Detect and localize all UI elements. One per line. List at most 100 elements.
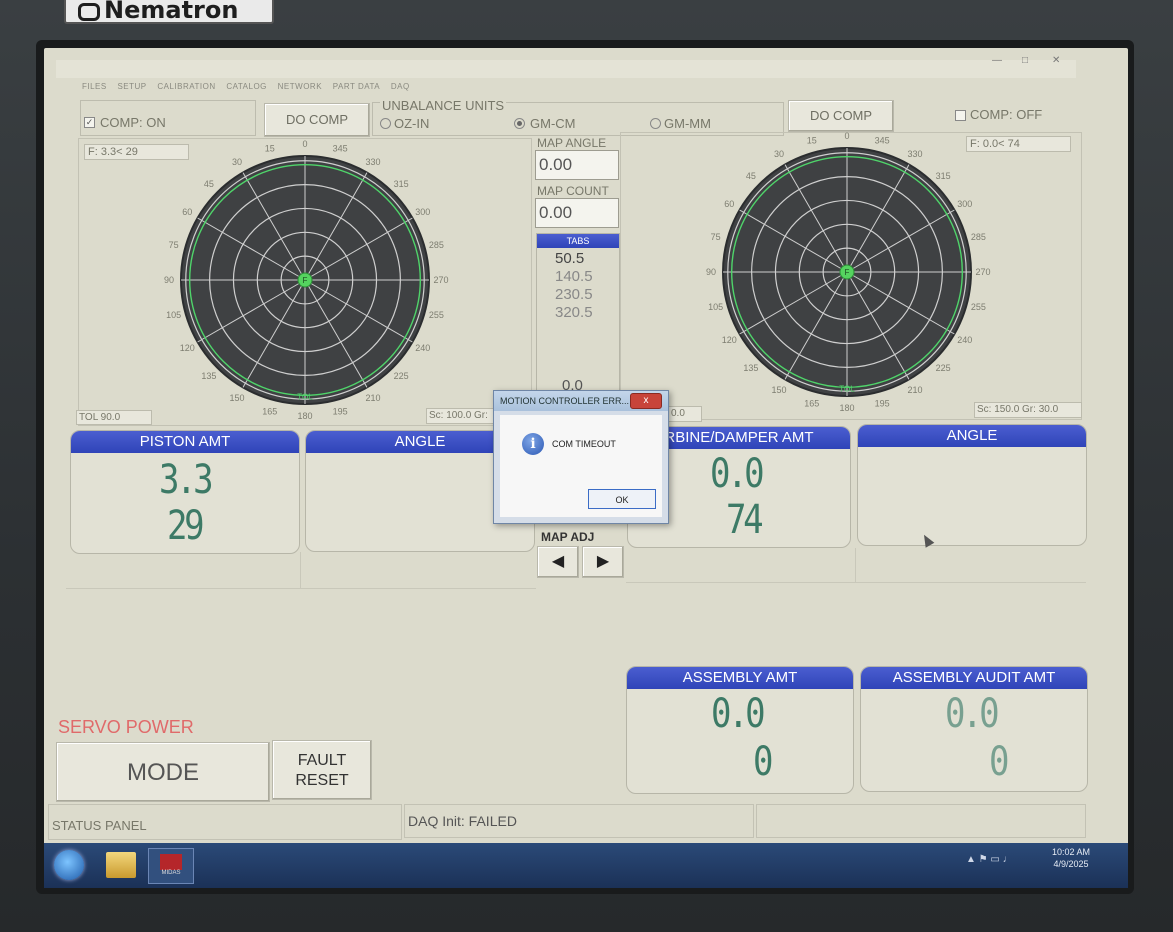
taskbar	[44, 843, 1128, 888]
arrow-left-icon: ◀	[551, 553, 565, 570]
right-angle-panel: ANGLE	[857, 424, 1087, 546]
map-adj-right-button[interactable]: ▶	[582, 546, 624, 578]
polar-angle-label: 345	[333, 144, 348, 154]
units-radio-gm-mm[interactable]	[650, 118, 661, 129]
piston-angle-value: 29	[167, 503, 205, 549]
polar-angle-label: 345	[875, 136, 890, 146]
polar-angle-label: 165	[262, 406, 277, 416]
center-marker-label: F	[845, 268, 850, 277]
right-scale-readout: Sc: 150.0 Gr: 30.0	[974, 402, 1082, 418]
assembly-amt-title: ASSEMBLY AMT	[627, 667, 853, 689]
dialog-close-button[interactable]: x	[630, 393, 662, 409]
map-adj-label: MAP ADJ	[541, 530, 595, 544]
left-polar-plot: 0 345 330 315 300 285 270 255 240 225 210 195 180 165…	[164, 140, 449, 421]
polar-angle-label: 0	[302, 140, 307, 149]
polar-angle-label: 75	[169, 240, 179, 250]
start-button-icon[interactable]	[54, 850, 84, 880]
tabs-item[interactable]: 230.5	[537, 286, 619, 304]
clock-date: 4/9/2025	[1053, 859, 1089, 869]
turbine-angle-value: 74	[726, 497, 764, 543]
tabs-header: TABS	[537, 234, 619, 248]
piston-amt-panel: PISTON AMT 3.3 29	[70, 430, 300, 554]
tabs-item[interactable]: 140.5	[537, 268, 619, 286]
map-adj-left-button[interactable]: ◀	[537, 546, 579, 578]
map-count-field[interactable]: 0.00	[535, 198, 619, 228]
polar-angle-label: 15	[807, 136, 817, 146]
menu-item-part-data[interactable]: PART DATA	[333, 82, 380, 91]
units-option-oz-in: OZ-IN	[394, 116, 430, 131]
map-angle-field[interactable]: 0.00	[535, 150, 619, 180]
radio-selected-dot-icon	[517, 121, 522, 126]
dialog-message: COM TIMEOUT	[552, 439, 616, 449]
polar-angle-label: 0	[844, 132, 849, 141]
polar-angle-label: 315	[394, 179, 409, 189]
polar-angle-label: 75	[711, 232, 721, 242]
minimize-icon[interactable]: —	[992, 55, 1002, 66]
menu-item-network[interactable]: NETWORK	[278, 82, 322, 91]
polar-angle-label: 240	[415, 343, 430, 353]
tabs-item[interactable]: 50.5	[537, 250, 619, 268]
menu-bar: FILES SETUP CALIBRATION CATALOG NETWORK …	[82, 82, 482, 94]
right-comp-checkbox[interactable]	[955, 110, 966, 121]
polar-angle-label: 330	[365, 157, 380, 167]
units-title: UNBALANCE UNITS	[380, 98, 507, 113]
divider	[626, 582, 1086, 583]
maximize-icon[interactable]: □	[1022, 55, 1028, 66]
piston-amt-value: 3.3	[159, 457, 214, 503]
polar-angle-label: 60	[182, 207, 192, 217]
polar-angle-label: 165	[804, 398, 819, 408]
polar-angle-label: 180	[297, 411, 312, 421]
polar-angle-label: 195	[875, 398, 890, 408]
polar-angle-label: 270	[975, 267, 990, 277]
units-option-gm-mm: GM-MM	[664, 116, 711, 131]
file-explorer-icon[interactable]	[106, 852, 136, 878]
brand-name: Nematron	[104, 0, 239, 24]
assembly-audit-amt-panel: ASSEMBLY AUDIT AMT 0.0 0	[860, 666, 1088, 792]
fault-reset-button[interactable]: FAULT RESET	[272, 740, 372, 800]
divider	[300, 552, 301, 588]
polar-angle-label: 15	[265, 144, 275, 154]
polar-angle-label: 30	[232, 157, 242, 167]
polar-angle-label: 150	[771, 385, 786, 395]
polar-angle-label: 315	[936, 171, 951, 181]
servo-power-label: SERVO POWER	[58, 717, 194, 737]
menu-item-daq[interactable]: DAQ	[391, 82, 410, 91]
polar-angle-label: 120	[180, 343, 195, 353]
menu-item-calibration[interactable]: CALIBRATION	[157, 82, 215, 91]
left-comp-checkbox[interactable]: ✓	[84, 117, 95, 128]
menu-item-catalog[interactable]: CATALOG	[226, 82, 267, 91]
assembly-audit-angle-value: 0	[989, 739, 1009, 785]
taskbar-app-midas[interactable]: MIDAS	[148, 848, 194, 884]
window-controls[interactable]: — □ ✕	[984, 55, 1074, 73]
polar-angle-label: 300	[415, 207, 430, 217]
menu-item-files[interactable]: FILES	[82, 82, 107, 91]
right-do-comp-button[interactable]: DO COMP	[788, 100, 894, 132]
polar-angle-label: 60	[724, 199, 734, 209]
tabs-item[interactable]: 320.5	[537, 304, 619, 322]
units-radio-oz-in[interactable]	[380, 118, 391, 129]
left-do-comp-button[interactable]: DO COMP	[264, 103, 370, 137]
tray-icons[interactable]: ▲ ⚑ ▭ ♩	[966, 854, 1013, 865]
polar-angle-label: 135	[201, 371, 216, 381]
fault-reset-line1: FAULT	[297, 752, 347, 769]
dialog-ok-button[interactable]: OK	[588, 489, 656, 509]
polar-angle-label: 300	[957, 199, 972, 209]
map-angle-label: MAP ANGLE	[537, 136, 607, 150]
polar-angle-label: 30	[774, 149, 784, 159]
polar-angle-label: 45	[204, 179, 214, 189]
turbine-amt-value: 0.0	[710, 451, 765, 497]
polar-angle-label: 210	[907, 385, 922, 395]
polar-angle-label: 135	[743, 363, 758, 373]
left-tol-readout: TOL 90.0	[76, 410, 152, 425]
close-window-icon[interactable]: ✕	[1052, 55, 1060, 66]
polar-angle-label: 240	[957, 335, 972, 345]
dialog-body: i COM TIMEOUT OK	[500, 415, 662, 517]
polar-angle-label: 285	[971, 232, 986, 242]
units-radio-gm-cm[interactable]	[514, 118, 525, 129]
taskbar-clock[interactable]: 10:02 AM 4/9/2025	[1052, 846, 1090, 870]
divider	[66, 588, 536, 589]
assembly-audit-amt-value: 0.0	[945, 691, 1000, 737]
center-marker-label: F	[303, 276, 308, 285]
mode-button[interactable]: MODE	[56, 742, 270, 802]
menu-item-setup[interactable]: SETUP	[117, 82, 146, 91]
